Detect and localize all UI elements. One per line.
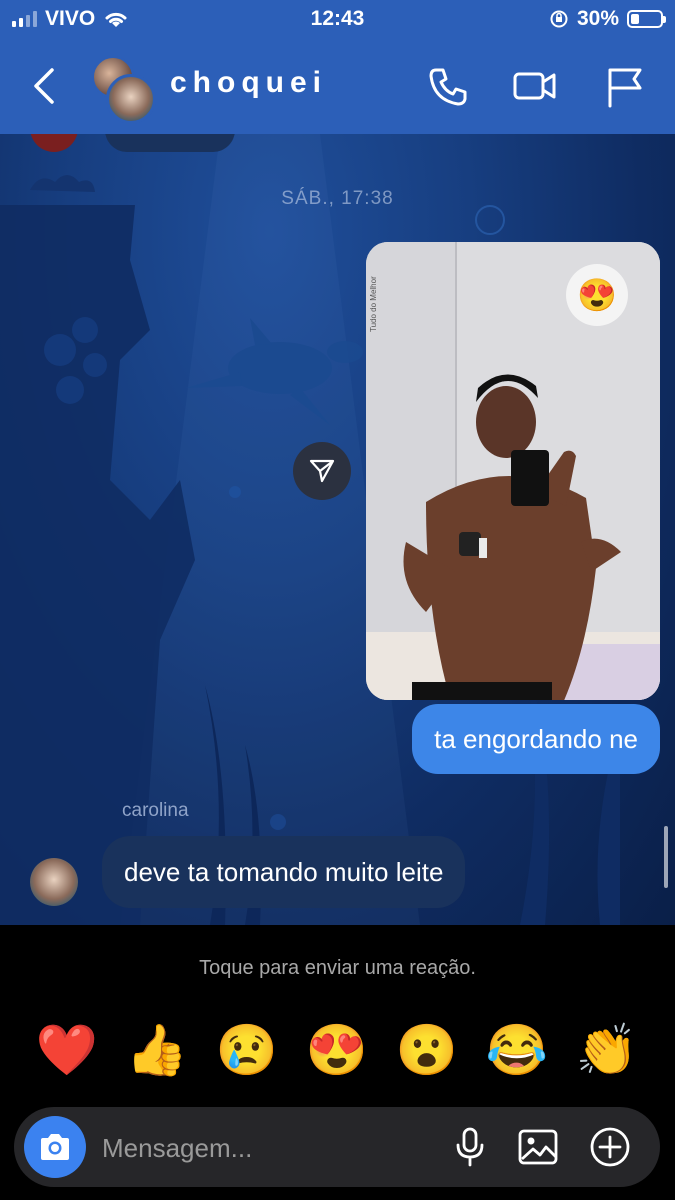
flag-icon[interactable] xyxy=(604,64,648,108)
status-bar: VIVO 12:43 30% xyxy=(0,0,675,38)
back-chevron-icon[interactable] xyxy=(26,64,66,108)
gallery-icon[interactable] xyxy=(516,1125,560,1169)
camera-icon xyxy=(41,1134,69,1160)
outgoing-message-bubble[interactable]: ta engordando ne xyxy=(412,704,660,774)
reaction-surprised[interactable]: 😮 xyxy=(392,1015,462,1085)
share-button[interactable] xyxy=(293,442,351,500)
reaction-laughing[interactable]: 😂 xyxy=(482,1015,552,1085)
date-separator: SÁB., 17:38 xyxy=(281,188,394,209)
battery-percent: 30% xyxy=(576,7,619,30)
reaction-heart[interactable]: ❤️ xyxy=(32,1015,102,1085)
microphone-icon[interactable] xyxy=(448,1125,492,1169)
avatar[interactable] xyxy=(30,858,78,906)
reaction-emoji-row: ❤️ 👍 😢 😍 😮 😂 👏 xyxy=(0,1015,675,1085)
svg-text:Tudo do Melhor: Tudo do Melhor xyxy=(369,276,378,332)
top-bar: VIVO 12:43 30% choquei xyxy=(0,0,675,134)
reaction-clapping[interactable]: 👏 xyxy=(572,1015,642,1085)
group-avatar[interactable] xyxy=(92,56,156,124)
reaction-panel: Toque para enviar uma reação. ❤️ 👍 😢 😍 😮… xyxy=(0,925,675,1200)
chat-header: choquei xyxy=(0,50,675,130)
photo-reaction-badge[interactable]: 😍 xyxy=(566,264,628,326)
message-input[interactable] xyxy=(100,1121,424,1175)
reaction-hint: Toque para enviar uma reação. xyxy=(199,957,476,979)
camera-button[interactable] xyxy=(24,1116,86,1178)
reaction-thumbs-up[interactable]: 👍 xyxy=(122,1015,192,1085)
message-composer xyxy=(14,1107,660,1187)
orientation-lock-icon xyxy=(550,10,568,28)
reaction-crying[interactable]: 😢 xyxy=(212,1015,282,1085)
video-camera-icon[interactable] xyxy=(512,64,556,108)
paper-plane-icon xyxy=(309,459,335,483)
battery-icon xyxy=(627,10,666,28)
message-sender-name: carolina xyxy=(122,800,189,821)
phone-icon[interactable] xyxy=(426,64,470,108)
incoming-message-bubble[interactable]: deve ta tomando muito leite xyxy=(102,836,466,908)
scrollbar[interactable] xyxy=(664,826,668,888)
add-icon[interactable] xyxy=(588,1125,632,1169)
reaction-heart-eyes[interactable]: 😍 xyxy=(302,1015,372,1085)
avatar xyxy=(106,74,156,124)
battery-fill xyxy=(631,14,639,24)
chat-title[interactable]: choquei xyxy=(170,66,327,100)
